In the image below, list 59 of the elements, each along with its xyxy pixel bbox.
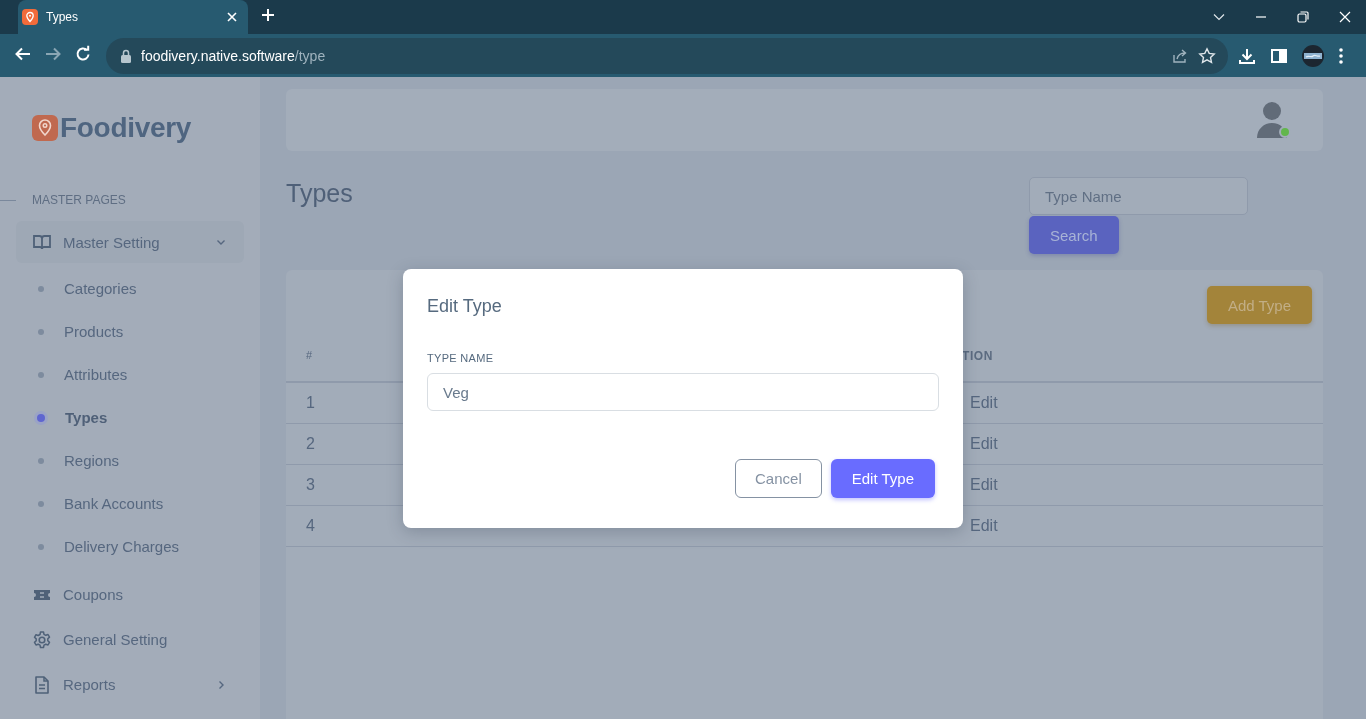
menu-item[interactable]: Delivery Charges (64, 538, 180, 555)
menu-item[interactable]: Reports (63, 676, 204, 693)
field-label: TYPE NAME (427, 351, 495, 365)
edit-link[interactable]: Edit (970, 517, 998, 535)
download-icon[interactable] (1238, 46, 1256, 65)
edit-link[interactable]: Edit (970, 394, 998, 412)
cancel-button[interactable]: Cancel (735, 459, 822, 498)
bullet-icon (37, 413, 45, 422)
bullet-icon (38, 543, 44, 550)
table-cell: 3 (306, 476, 315, 494)
url-text: foodivery.native.software/type (141, 47, 327, 64)
logo-icon (32, 115, 58, 141)
column-header: # (306, 349, 313, 361)
menu-item[interactable]: Master Setting (16, 221, 244, 263)
brand-name: Foodivery (60, 112, 192, 144)
modal-title: Edit Type (427, 295, 503, 318)
book-icon (32, 232, 52, 252)
column-header: TION (962, 349, 994, 363)
bullet-icon (38, 371, 44, 378)
menu-item[interactable]: Coupons (63, 586, 227, 603)
star-icon[interactable] (1198, 46, 1216, 65)
lock-icon (120, 48, 132, 63)
plus-icon[interactable] (260, 7, 276, 23)
bullet-icon (38, 457, 44, 464)
reload-icon[interactable] (74, 44, 92, 63)
submit-button[interactable]: Edit Type (830, 459, 935, 498)
menu-item[interactable]: Bank Accounts (64, 495, 164, 512)
avatar-icon[interactable] (1302, 44, 1324, 67)
address-bar[interactable]: foodivery.native.software/type (106, 37, 1228, 74)
gear-icon (32, 629, 52, 650)
bullet-icon (38, 285, 44, 292)
share-icon[interactable] (1171, 46, 1189, 65)
browser-tab[interactable]: Types (18, 0, 248, 34)
table-cell: 4 (306, 517, 315, 535)
menu-item[interactable]: Products (64, 323, 124, 340)
search-button[interactable]: Search (1029, 216, 1119, 254)
bullet-icon (38, 328, 44, 335)
section-label: MASTER PAGES (32, 193, 126, 207)
pin-icon (22, 9, 38, 25)
menu-item[interactable]: Regions (64, 452, 120, 469)
menu-item[interactable]: Types (65, 409, 108, 426)
edit-link[interactable]: Edit (970, 435, 998, 453)
more-icon[interactable] (1338, 46, 1344, 65)
tab-title: Types (46, 10, 79, 24)
page-title: Types (286, 179, 353, 209)
table-cell: 1 (306, 394, 315, 412)
bullet-icon (38, 500, 44, 507)
close-icon[interactable] (1338, 10, 1352, 24)
menu-item[interactable]: Categories (64, 280, 137, 297)
search-field[interactable]: Type Name (1029, 177, 1248, 215)
side-panel-icon[interactable] (1270, 46, 1288, 65)
input-field[interactable]: Veg (427, 373, 939, 411)
edit-link[interactable]: Edit (970, 476, 998, 494)
menu-item[interactable]: General Setting (63, 631, 227, 648)
table-cell: 2 (306, 435, 315, 453)
menu-item[interactable]: Attributes (64, 366, 128, 383)
document-icon (32, 674, 52, 695)
restore-icon[interactable] (1296, 10, 1310, 24)
add-type-button[interactable]: Add Type (1206, 286, 1312, 324)
